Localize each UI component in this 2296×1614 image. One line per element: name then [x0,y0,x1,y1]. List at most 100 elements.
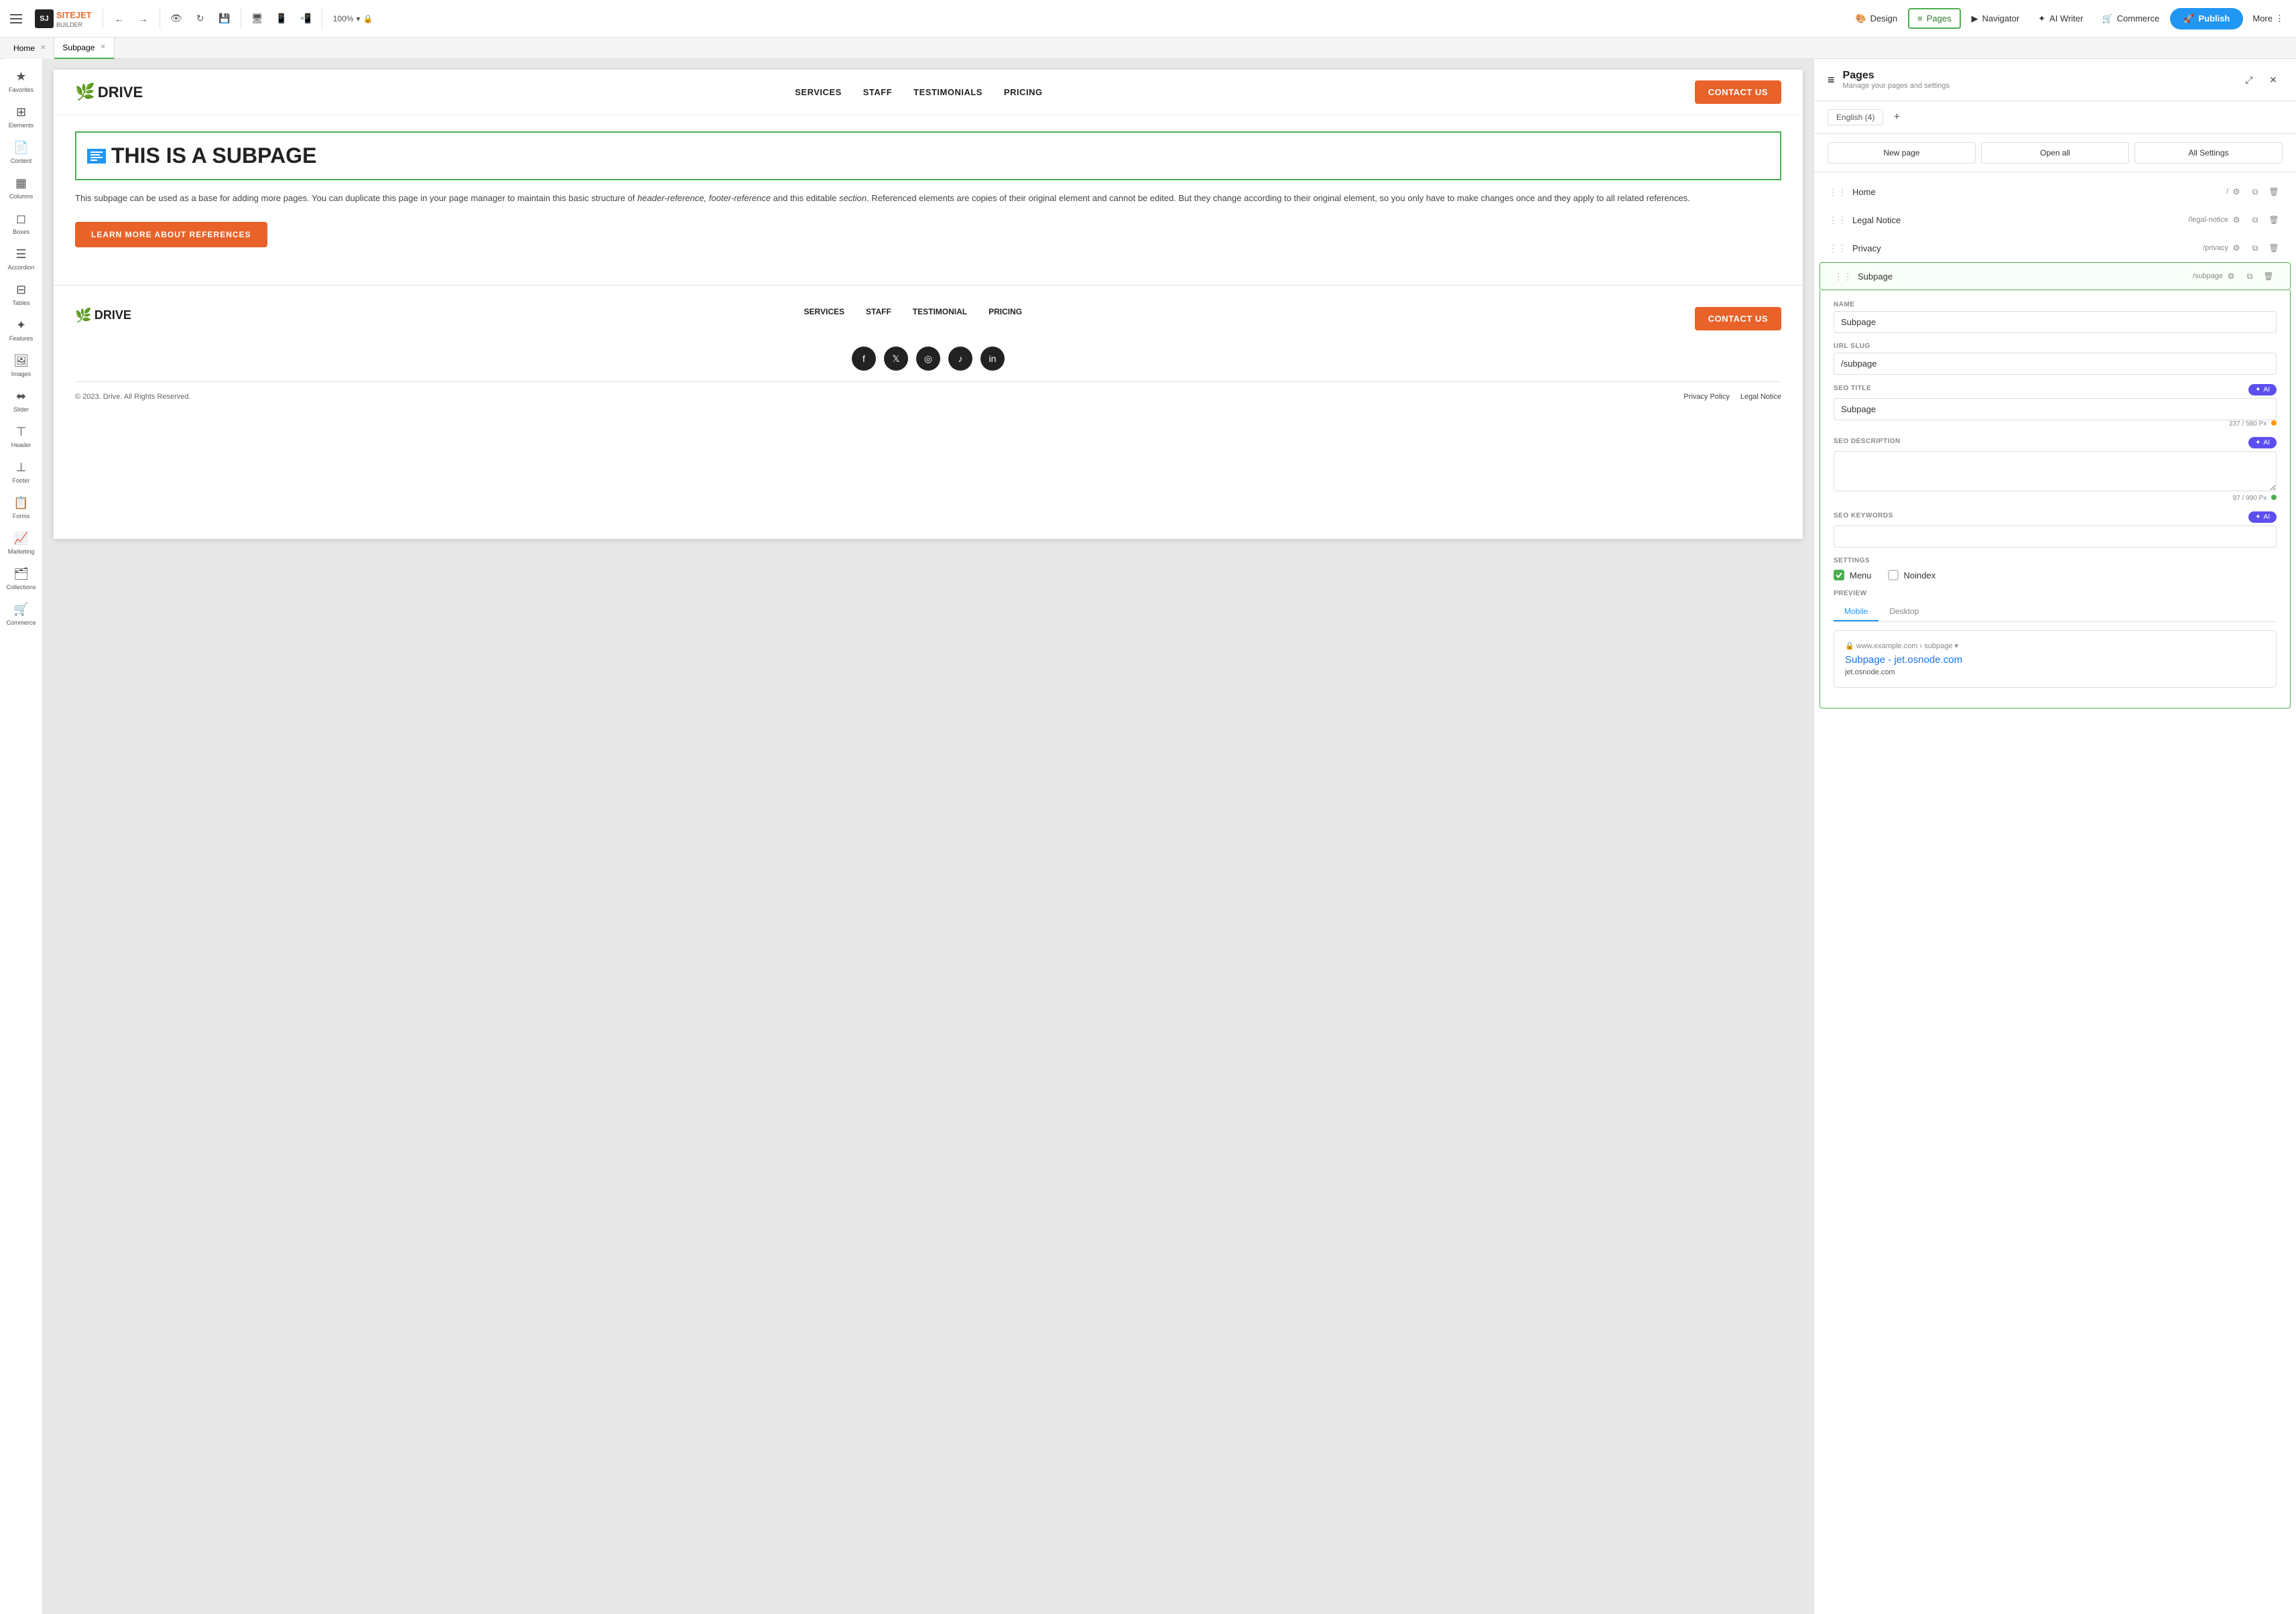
sidebar-item-accordion[interactable]: ☰ Accordion [3,242,40,276]
header-contact-button[interactable]: CONTACT US [1695,80,1781,104]
zoom-control[interactable]: 100% ▾ 🔒 [328,11,379,26]
undo-button[interactable]: ← [109,8,130,29]
save-button[interactable]: 💾 [214,8,235,29]
sidebar-item-favorites[interactable]: ★ Favorites [3,64,40,99]
preview-button[interactable]: 👁 [166,8,187,29]
page-subpage-actions: ⚙ ⧉ 🗑 [2223,268,2277,284]
seo-desc-ai-button[interactable]: ✦ AI [2248,437,2277,448]
redo-button[interactable]: → [133,8,154,29]
learn-more-button[interactable]: LEARN MORE ABOUT REFERENCES [75,222,267,247]
zoom-value: 100% [333,14,354,23]
sidebar-item-commerce[interactable]: 🛒 Commerce [3,597,40,631]
publish-button[interactable]: 🚀 Publish [2170,8,2243,29]
panel-close-button[interactable]: ✕ [2264,70,2283,89]
sidebar-item-header[interactable]: ⊤ Header [3,420,40,454]
preview-tab-desktop[interactable]: Desktop [1878,603,1929,621]
page-subpage-settings-button[interactable]: ⚙ [2223,268,2239,284]
page-privacy-duplicate-button[interactable]: ⧉ [2247,240,2263,256]
panel-expand-button[interactable]: ⤢ [2240,70,2258,89]
seo-title-ai-button[interactable]: ✦ AI [2248,384,2277,395]
ai-writer-button[interactable]: ✦ AI Writer [2030,9,2091,28]
footer-privacy-link[interactable]: Privacy Policy [1683,393,1729,401]
sidebar-item-collections[interactable]: 🗂 Collections [3,562,40,596]
content-icon: 📄 [13,141,28,155]
refresh-button[interactable]: ↻ [190,8,211,29]
name-field-input[interactable] [1834,311,2277,333]
mobile-view-button[interactable]: 📲 [295,8,316,29]
navigator-button[interactable]: ▶ Navigator [1964,9,2028,28]
social-twitter-button[interactable]: 𝕏 [884,347,908,371]
logo-brand: SITEJET [56,10,92,20]
tablet-view-button[interactable]: 📱 [271,8,292,29]
noindex-checkbox[interactable] [1888,570,1899,580]
social-tiktok-button[interactable]: ♪ [948,347,972,371]
page-item-home[interactable]: ⋮⋮ Home / ⚙ ⧉ 🗑 [1814,178,2296,206]
sidebar-item-marketing[interactable]: 📈 Marketing [3,526,40,560]
social-instagram-button[interactable]: ◎ [916,347,940,371]
add-language-button[interactable]: + [1889,109,1905,125]
sidebar-item-columns[interactable]: ▦ Columns [3,171,40,205]
seo-desc-field-textarea[interactable] [1834,451,2277,491]
footer-nav-staff[interactable]: STAFF [866,307,891,316]
url-slug-field-input[interactable] [1834,353,2277,375]
pages-button[interactable]: ≡ Pages [1908,8,1960,29]
open-all-button[interactable]: Open all [1981,142,2129,164]
tab-home-close-button[interactable]: ✕ [40,44,46,52]
sidebar-item-tables[interactable]: ⊟ Tables [3,277,40,312]
footer-nav-pricing[interactable]: PRICING [988,307,1022,316]
all-settings-button[interactable]: All Settings [2134,142,2283,164]
page-subpage-delete-button[interactable]: 🗑 [2260,268,2277,284]
tab-home[interactable]: Home ✕ [5,38,54,59]
menu-checkbox[interactable] [1834,570,1844,580]
sidebar-item-slider[interactable]: ⬌ Slider [3,384,40,418]
commerce-button[interactable]: 🛒 Commerce [2094,9,2167,28]
sidebar-item-elements[interactable]: ⊞ Elements [3,100,40,134]
page-home-delete-button[interactable]: 🗑 [2266,184,2282,200]
tab-subpage[interactable]: Subpage ✕ [54,38,114,59]
sidebar-item-images[interactable]: 🖼 Images [3,349,40,383]
seo-title-field-input[interactable] [1834,398,2277,420]
page-subpage-name: Subpage [1858,271,2190,282]
sidebar-item-content[interactable]: 📄 Content [3,135,40,170]
sidebar-item-features[interactable]: ✦ Features [3,313,40,347]
page-legal-settings-button[interactable]: ⚙ [2228,212,2244,228]
preview-tab-mobile[interactable]: Mobile [1834,603,1878,621]
seo-keywords-ai-button[interactable]: ✦ AI [2248,511,2277,523]
seo-keywords-field-input[interactable] [1834,525,2277,548]
sidebar-item-footer[interactable]: ⊥ Footer [3,455,40,489]
language-tab-english[interactable]: English (4) [1828,109,1883,125]
page-legal-delete-button[interactable]: 🗑 [2266,212,2282,228]
seo-preview-box: 🔒 www.example.com › subpage ▾ Subpage - … [1834,630,2277,688]
page-legal-duplicate-button[interactable]: ⧉ [2247,212,2263,228]
page-home-duplicate-button[interactable]: ⧉ [2247,184,2263,200]
footer-contact-button[interactable]: CONTACT US [1695,307,1781,330]
nav-services[interactable]: SERVICES [795,87,842,97]
footer-nav-testimonial[interactable]: TESTIMONIAL [913,307,967,316]
page-privacy-settings-button[interactable]: ⚙ [2228,240,2244,256]
sidebar-item-forms[interactable]: 📋 Forms [3,491,40,525]
page-item-subpage[interactable]: ⋮⋮ Subpage /subpage ⚙ ⧉ 🗑 [1820,262,2291,290]
tab-subpage-close-button[interactable]: ✕ [100,44,105,51]
page-item-legal-notice[interactable]: ⋮⋮ Legal Notice /legal-notice ⚙ ⧉ 🗑 [1814,206,2296,234]
nav-pricing[interactable]: PRICING [1004,87,1043,97]
social-linkedin-button[interactable]: in [980,347,1005,371]
lock-preview-icon: 🔒 [1845,642,1854,650]
page-privacy-delete-button[interactable]: 🗑 [2266,240,2282,256]
footer-legal-link[interactable]: Legal Notice [1740,393,1781,401]
menu-hamburger-button[interactable] [5,8,27,29]
ai-writer-icon: ✦ [2038,13,2045,24]
sidebar-item-boxes[interactable]: ◻ Boxes [3,206,40,241]
new-page-button[interactable]: New page [1828,142,1976,164]
design-button[interactable]: 🎨 Design [1847,9,1905,28]
footer-nav-services[interactable]: SERVICES [804,307,844,316]
nav-testimonials[interactable]: TESTIMONIALS [913,87,982,97]
desktop-view-button[interactable]: 🖥 [247,8,268,29]
page-desc-text-3: . Referenced elements are copies of thei… [867,193,1690,203]
page-item-privacy[interactable]: ⋮⋮ Privacy /privacy ⚙ ⧉ 🗑 [1814,234,2296,262]
page-subpage-duplicate-button[interactable]: ⧉ [2242,268,2258,284]
sidebar-item-footer-label: Footer [12,477,29,484]
page-home-settings-button[interactable]: ⚙ [2228,184,2244,200]
nav-staff[interactable]: STAFF [863,87,892,97]
social-facebook-button[interactable]: f [852,347,876,371]
more-button[interactable]: More ⋮ [2246,9,2291,28]
